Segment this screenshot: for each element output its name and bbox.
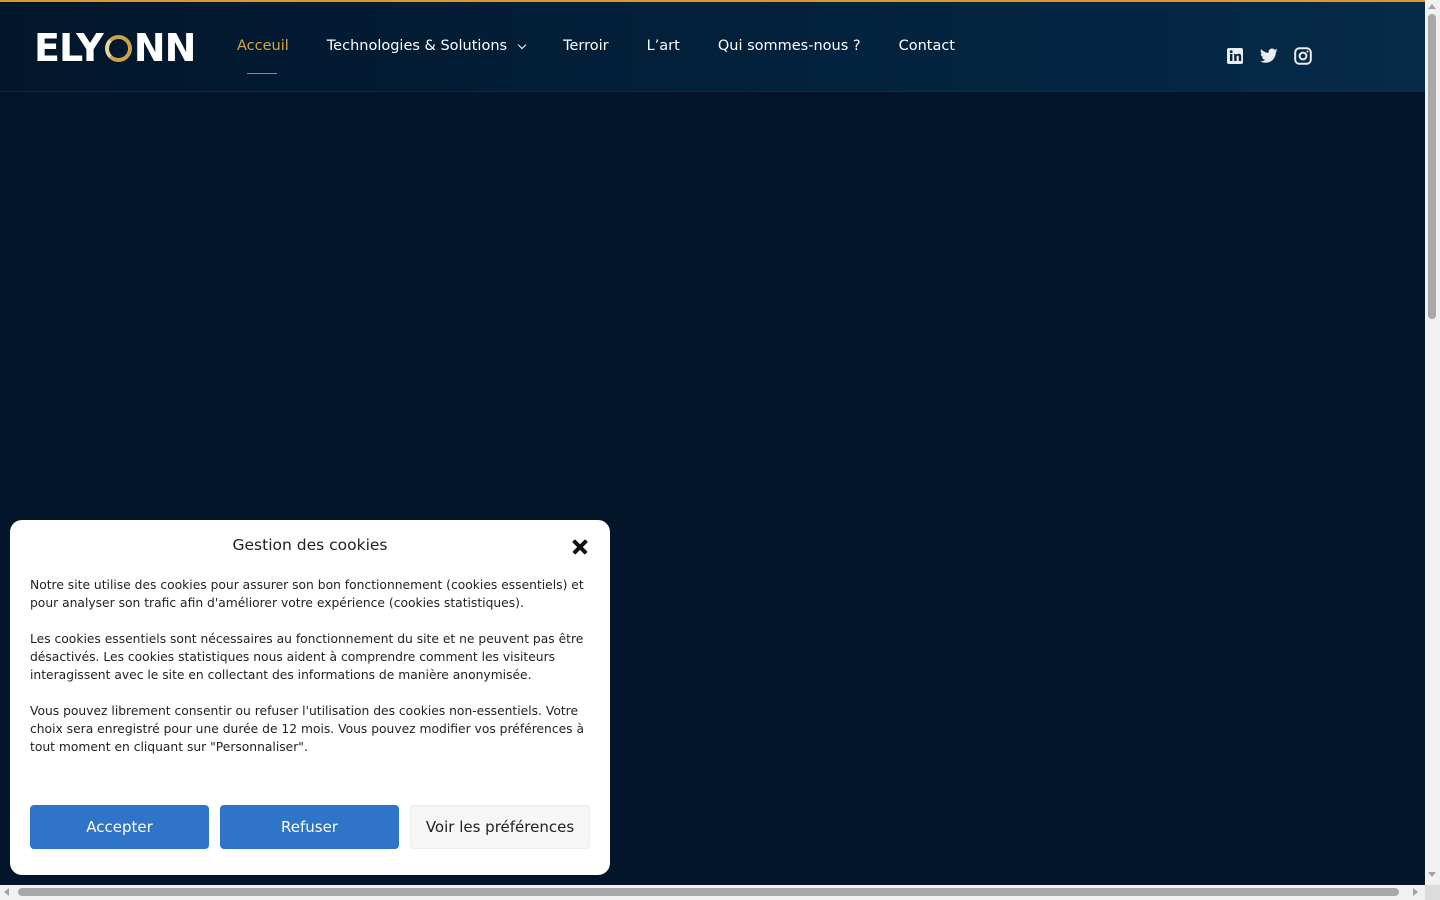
chevron-down-icon	[517, 40, 527, 50]
horizontal-scroll-thumb[interactable]	[18, 888, 1399, 896]
nav-item-label: L’art	[646, 38, 680, 54]
logo-text-left: ELY	[34, 26, 104, 70]
active-nav-underline	[247, 73, 277, 74]
scroll-right-arrow-icon[interactable]	[1413, 888, 1418, 896]
scrollbar-corner	[1425, 885, 1440, 900]
cookie-paragraph: Notre site utilise des cookies pour assu…	[30, 578, 584, 610]
cookie-consent-dialog: Gestion des cookies Notre site utilise d…	[10, 520, 610, 875]
close-icon[interactable]	[571, 538, 589, 556]
nav-item-lart[interactable]: L’art	[647, 2, 680, 54]
linkedin-icon[interactable]	[1226, 47, 1244, 65]
cookie-dialog-title: Gestion des cookies	[232, 536, 388, 554]
elyonn-logo[interactable]: ELY NN	[34, 26, 197, 70]
scroll-down-arrow-icon[interactable]	[1428, 872, 1436, 877]
scroll-up-arrow-icon[interactable]	[1428, 4, 1436, 9]
accept-button[interactable]: Accepter	[30, 805, 209, 849]
preferences-button[interactable]: Voir les préférences	[410, 805, 590, 849]
horizontal-scrollbar[interactable]	[0, 885, 1425, 900]
cookie-dialog-body: Notre site utilise des cookies pour assu…	[30, 576, 586, 774]
nav-item-label: Acceuil	[237, 38, 289, 54]
nav-item-technologies-solutions[interactable]: Technologies & Solutions	[326, 2, 527, 54]
cookie-paragraph: Les cookies essentiels sont nécessaires …	[30, 632, 584, 682]
nav-item-label: Contact	[898, 38, 955, 54]
nav-item-acceuil[interactable]: Acceuil	[237, 2, 289, 74]
logo-text-right: NN	[133, 26, 197, 70]
main-nav: Acceuil Technologies & Solutions Terroir…	[237, 2, 993, 91]
logo-ring-icon	[104, 34, 132, 62]
vertical-scrollbar[interactable]	[1425, 0, 1440, 885]
scroll-left-arrow-icon[interactable]	[4, 888, 9, 896]
social-links	[1226, 47, 1312, 65]
site-header: ELY NN Acceuil Technologies & Solutions …	[0, 2, 1425, 92]
nav-item-terroir[interactable]: Terroir	[563, 2, 609, 54]
refuse-button[interactable]: Refuser	[220, 805, 399, 849]
nav-item-label: Technologies & Solutions	[326, 38, 508, 54]
instagram-icon[interactable]	[1294, 47, 1312, 65]
nav-item-label: Qui sommes-nous ?	[717, 38, 861, 54]
nav-item-label: Terroir	[563, 38, 609, 54]
nav-item-contact[interactable]: Contact	[899, 2, 955, 54]
twitter-icon[interactable]	[1260, 47, 1278, 65]
nav-item-qui-sommes-nous[interactable]: Qui sommes-nous ?	[718, 2, 861, 54]
vertical-scroll-thumb[interactable]	[1428, 14, 1436, 319]
cookie-paragraph: Vous pouvez librement consentir ou refus…	[30, 704, 585, 754]
page-viewport: ELY NN Acceuil Technologies & Solutions …	[0, 0, 1425, 885]
browser-page: ELY NN Acceuil Technologies & Solutions …	[0, 0, 1440, 900]
